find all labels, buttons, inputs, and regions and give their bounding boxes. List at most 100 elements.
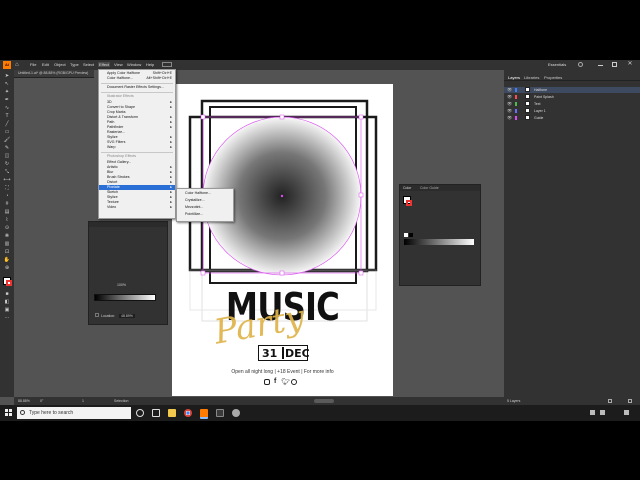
- close-button[interactable]: ✕: [626, 60, 634, 69]
- search-icon[interactable]: [578, 62, 583, 67]
- home-icon[interactable]: ⌂: [15, 62, 21, 68]
- menu-effect[interactable]: Effect: [98, 62, 111, 67]
- submenu-item-crystallize[interactable]: Crystallize...: [177, 198, 233, 203]
- visibility-eye-icon[interactable]: 👁︎: [507, 115, 512, 120]
- menu-type[interactable]: Type: [70, 62, 79, 67]
- document-tab[interactable]: Untitled-1.ai* @ 88.88% (RGB/GPU Preview…: [14, 70, 94, 78]
- submenu-item-pointillize[interactable]: Pointillize...: [177, 212, 233, 217]
- gradient-ramp[interactable]: [94, 294, 156, 301]
- visibility-eye-icon[interactable]: 👁︎: [507, 101, 512, 106]
- visibility-eye-icon[interactable]: 👁︎: [507, 94, 512, 99]
- file-explorer-icon[interactable]: [168, 409, 176, 417]
- menu-view[interactable]: View: [114, 62, 123, 67]
- line-tool-icon[interactable]: ╱: [3, 121, 11, 127]
- illustrator-taskbar-icon[interactable]: [200, 409, 208, 419]
- eraser-tool-icon[interactable]: ◫: [3, 153, 11, 159]
- color-white-chip[interactable]: [404, 233, 408, 237]
- windows-start-icon[interactable]: [5, 409, 12, 416]
- color-black-chip[interactable]: [409, 233, 413, 237]
- visibility-eye-icon[interactable]: 👁︎: [507, 108, 512, 113]
- rectangle-tool-icon[interactable]: ▭: [3, 129, 11, 135]
- document-tab-title: Untitled-1.ai* @ 88.88% (RGB/GPU Preview…: [18, 71, 89, 75]
- color-mode-icon[interactable]: ■: [3, 291, 11, 297]
- layer-row[interactable]: 👁︎ Halftone: [504, 87, 640, 93]
- screen-mode-icon[interactable]: ▣: [3, 307, 11, 313]
- current-tool-label: Selection: [114, 399, 129, 403]
- pen-tool-icon[interactable]: ✒: [3, 97, 11, 103]
- width-tool-icon[interactable]: ⟷: [3, 177, 11, 183]
- visibility-eye-icon[interactable]: 👁︎: [507, 87, 512, 92]
- delete-stop-icon[interactable]: [95, 313, 99, 317]
- submenu-item-color-halftone[interactable]: Color Halftone...: [177, 191, 233, 196]
- paintbrush-tool-icon[interactable]: 🖌: [3, 137, 11, 143]
- zoom-tool-icon[interactable]: ⊕: [3, 265, 11, 271]
- hand-tool-icon[interactable]: ✋: [3, 257, 11, 263]
- tab-color[interactable]: Color: [403, 186, 411, 190]
- layer-row[interactable]: 👁︎ Text: [504, 101, 640, 107]
- layer-row[interactable]: 👁︎ Paint Splash: [504, 94, 640, 100]
- menu-select[interactable]: Select: [83, 62, 94, 67]
- network-icon[interactable]: [590, 410, 595, 415]
- shape-builder-tool-icon[interactable]: ◔: [3, 193, 11, 199]
- delete-layer-icon[interactable]: [628, 399, 632, 403]
- menu-edit[interactable]: Edit: [42, 62, 49, 67]
- minimize-button[interactable]: [598, 65, 603, 66]
- direct-selection-tool-icon[interactable]: ↖: [3, 81, 11, 87]
- workspace-switcher[interactable]: Essentials: [548, 62, 566, 67]
- artboard[interactable]: MUSIC Party 31 DEC Open all night long |…: [172, 84, 393, 396]
- stroke-swatch[interactable]: [6, 280, 12, 286]
- mesh-tool-icon[interactable]: #: [3, 201, 11, 207]
- menu-item-warp[interactable]: Warp ▸: [99, 145, 175, 150]
- layer-row[interactable]: 👁︎ Layer 1: [504, 108, 640, 114]
- gradient-location-value[interactable]: 48.89%: [119, 314, 135, 318]
- app-taskbar-icon[interactable]: [216, 409, 224, 417]
- menu-window[interactable]: Window: [127, 62, 141, 67]
- submenu-item-mezzotint[interactable]: Mezzotint...: [177, 205, 233, 210]
- gradient-panel-header[interactable]: [89, 222, 167, 227]
- menu-object[interactable]: Object: [54, 62, 66, 67]
- eyedropper-tool-icon[interactable]: ⌇: [3, 217, 11, 223]
- graph-tool-icon[interactable]: ▥: [3, 241, 11, 247]
- tab-color-guide[interactable]: Color Guide: [420, 186, 439, 190]
- maximize-button[interactable]: [612, 62, 617, 67]
- whatsapp-icon: [291, 379, 297, 385]
- blend-tool-icon[interactable]: ⊙: [3, 225, 11, 231]
- gradient-opacity-value[interactable]: 100%: [117, 283, 126, 287]
- color-stroke-swatch[interactable]: [406, 200, 412, 206]
- magic-wand-tool-icon[interactable]: ✦: [3, 89, 11, 95]
- menu-header-illustrator-effects: Illustrator Effects: [107, 94, 134, 99]
- menu-item-video[interactable]: Video ▸: [99, 205, 175, 210]
- type-tool-icon[interactable]: T: [3, 113, 11, 119]
- new-layer-icon[interactable]: [608, 399, 612, 403]
- pencil-tool-icon[interactable]: ✎: [3, 145, 11, 151]
- free-transform-tool-icon[interactable]: ⛶: [3, 185, 11, 191]
- zoom-level[interactable]: 88.88%: [18, 399, 30, 403]
- notification-icon[interactable]: [624, 410, 629, 415]
- artboard-number[interactable]: 1: [82, 399, 84, 403]
- menu-item-document-raster-settings[interactable]: Document Raster Effects Settings...: [99, 85, 175, 90]
- scale-tool-icon[interactable]: ⤡: [3, 169, 11, 175]
- arrange-documents-icon[interactable]: [162, 62, 172, 67]
- curvature-tool-icon[interactable]: ∿: [3, 105, 11, 111]
- layers-panel: Layers Libraries Properties 👁︎ Halftone …: [504, 70, 640, 405]
- task-view-icon[interactable]: [152, 409, 160, 417]
- artboard-tool-icon[interactable]: ⊡: [3, 249, 11, 255]
- cortana-icon[interactable]: [136, 409, 144, 417]
- rotate-tool-icon[interactable]: ↻: [3, 161, 11, 167]
- rotation-value[interactable]: 0°: [40, 399, 43, 403]
- edit-toolbar-icon[interactable]: ⋯: [3, 315, 11, 321]
- layer-row[interactable]: 👁︎ Guide: [504, 115, 640, 121]
- color-spectrum[interactable]: [404, 239, 474, 245]
- taskbar-search-input[interactable]: Type here to search: [17, 407, 131, 419]
- draw-mode-icon[interactable]: ◧: [3, 299, 11, 305]
- symbol-sprayer-tool-icon[interactable]: ❋: [3, 233, 11, 239]
- horizontal-scrollbar[interactable]: [314, 399, 334, 403]
- gradient-tool-icon[interactable]: ▤: [3, 209, 11, 215]
- settings-gear-icon[interactable]: [232, 409, 240, 417]
- volume-icon[interactable]: [600, 410, 605, 415]
- chrome-icon[interactable]: [184, 409, 192, 417]
- menu-help[interactable]: Help: [146, 62, 154, 67]
- menu-item-color-halftone[interactable]: Color Halftone... Alt+Shift+Ctrl+E: [99, 76, 175, 81]
- menu-file[interactable]: File: [30, 62, 36, 67]
- selection-tool-icon[interactable]: ➤: [3, 73, 11, 79]
